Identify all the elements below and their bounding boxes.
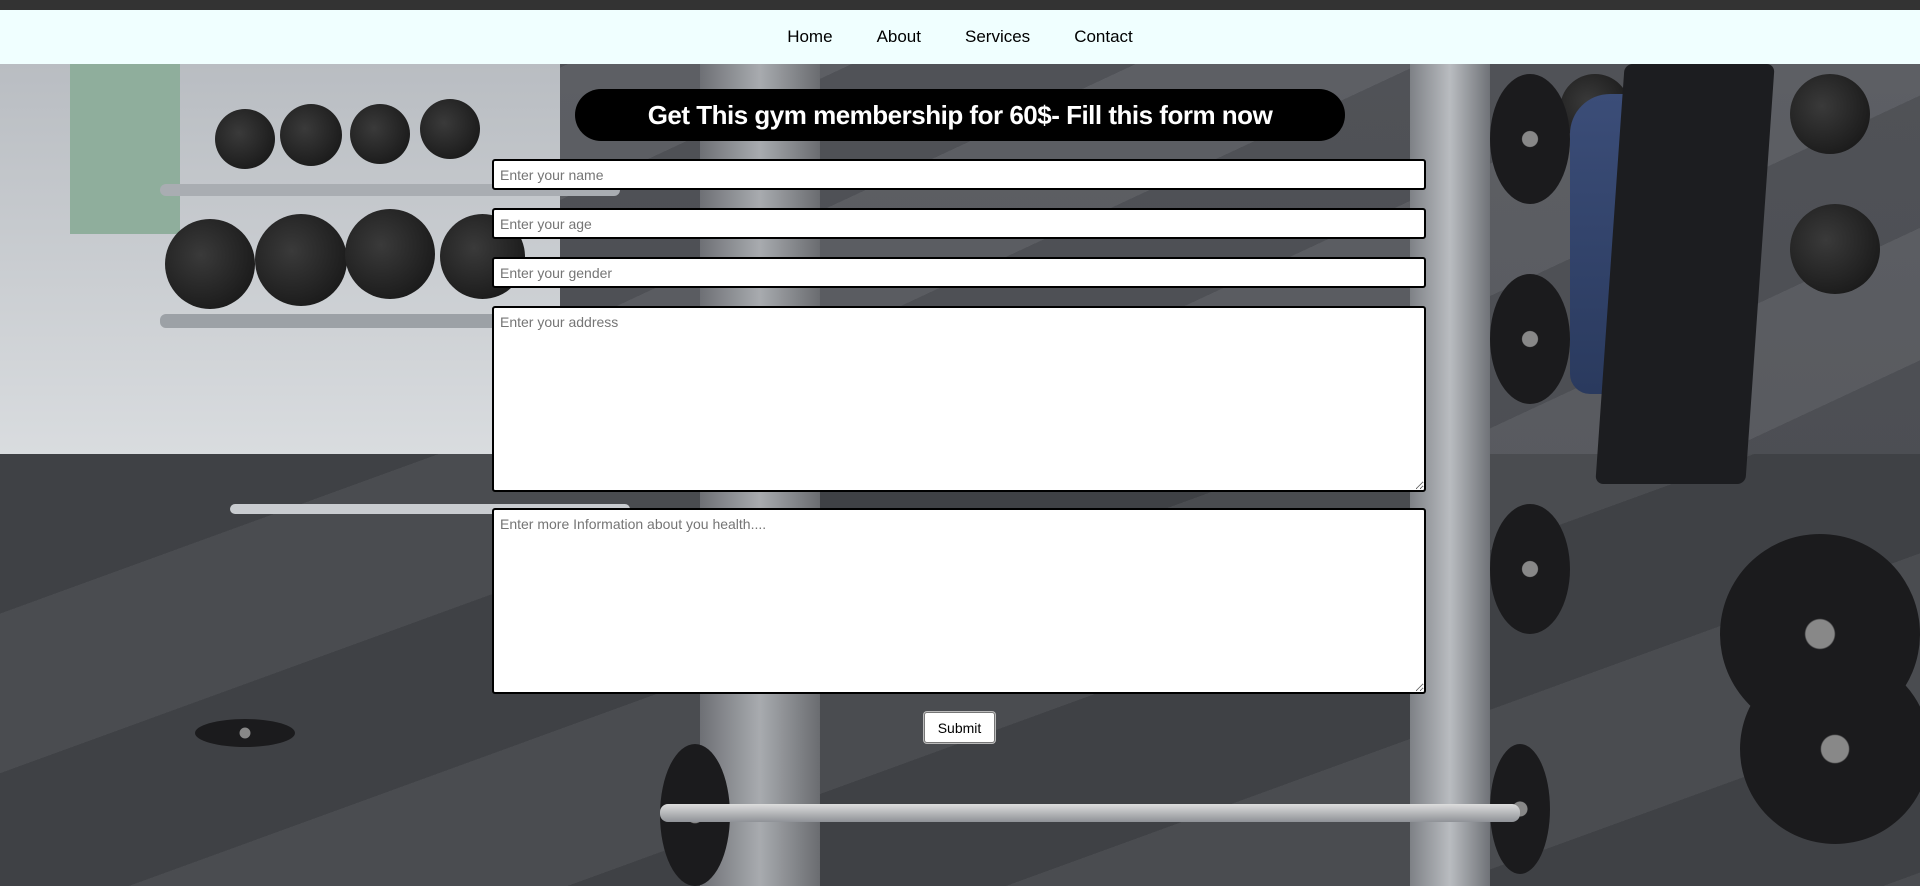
nav-link-contact[interactable]: Contact [1074,27,1133,47]
barbell [660,804,1520,822]
weight-plate [1490,274,1570,404]
nav-link-home[interactable]: Home [787,27,832,47]
submit-button[interactable]: Submit [924,712,995,743]
age-input[interactable] [492,208,1426,239]
nav-link-about[interactable]: About [877,27,921,47]
weight-plate [1490,74,1570,204]
dumbbell [1790,74,1870,154]
dumbbell [255,214,347,306]
health-info-textarea[interactable] [492,508,1426,694]
dumbbell [280,104,342,166]
address-textarea[interactable] [492,306,1426,492]
dumbbell [165,219,255,309]
dumbbell [1790,204,1880,294]
gender-input[interactable] [492,257,1426,288]
weight-plate [1490,504,1570,634]
weight-bench [1595,64,1775,484]
dumbbell [215,109,275,169]
weight-plate [1740,654,1920,844]
navbar: Home About Services Contact [0,10,1920,64]
dumbbell [345,209,435,299]
weight-plate [195,719,295,747]
dumbbell [350,104,410,164]
membership-heading: Get This gym membership for 60$- Fill th… [575,89,1345,141]
nav-link-services[interactable]: Services [965,27,1030,47]
dumbbell [420,99,480,159]
background-window [70,64,180,234]
top-strip [0,0,1920,10]
name-input[interactable] [492,159,1426,190]
